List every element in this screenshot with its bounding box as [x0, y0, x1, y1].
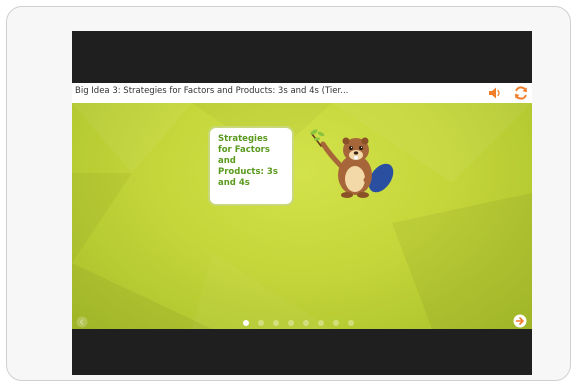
tablet-frame: Big Idea 3: Strategies for Factors and P…: [6, 6, 571, 381]
background-pattern: [72, 103, 532, 329]
pagination-dot[interactable]: [303, 320, 309, 326]
lesson-title-bar: Big Idea 3: Strategies for Factors and P…: [72, 83, 532, 103]
pagination-dot[interactable]: [273, 320, 279, 326]
topic-card-text: Strategies for Factors and Products: 3s …: [218, 134, 278, 188]
arrow-left-icon[interactable]: [76, 316, 88, 328]
pagination-dot[interactable]: [258, 320, 264, 326]
pagination-dot[interactable]: [243, 320, 249, 326]
lesson-player: Big Idea 3: Strategies for Factors and P…: [72, 31, 532, 375]
refresh-icon[interactable]: [513, 85, 529, 101]
beaver-mascot: [310, 129, 394, 198]
pagination-dot[interactable]: [333, 320, 339, 326]
pagination-dot[interactable]: [348, 320, 354, 326]
topic-card: Strategies for Factors and Products: 3s …: [208, 126, 294, 206]
speaker-icon[interactable]: [488, 85, 502, 101]
pagination-dot[interactable]: [288, 320, 294, 326]
lesson-title: Big Idea 3: Strategies for Factors and P…: [75, 86, 349, 96]
arrow-right-icon[interactable]: [513, 314, 527, 328]
pagination-dot[interactable]: [318, 320, 324, 326]
slide-pagination: [243, 319, 354, 327]
slide-canvas: Strategies for Factors and Products: 3s …: [72, 103, 532, 329]
